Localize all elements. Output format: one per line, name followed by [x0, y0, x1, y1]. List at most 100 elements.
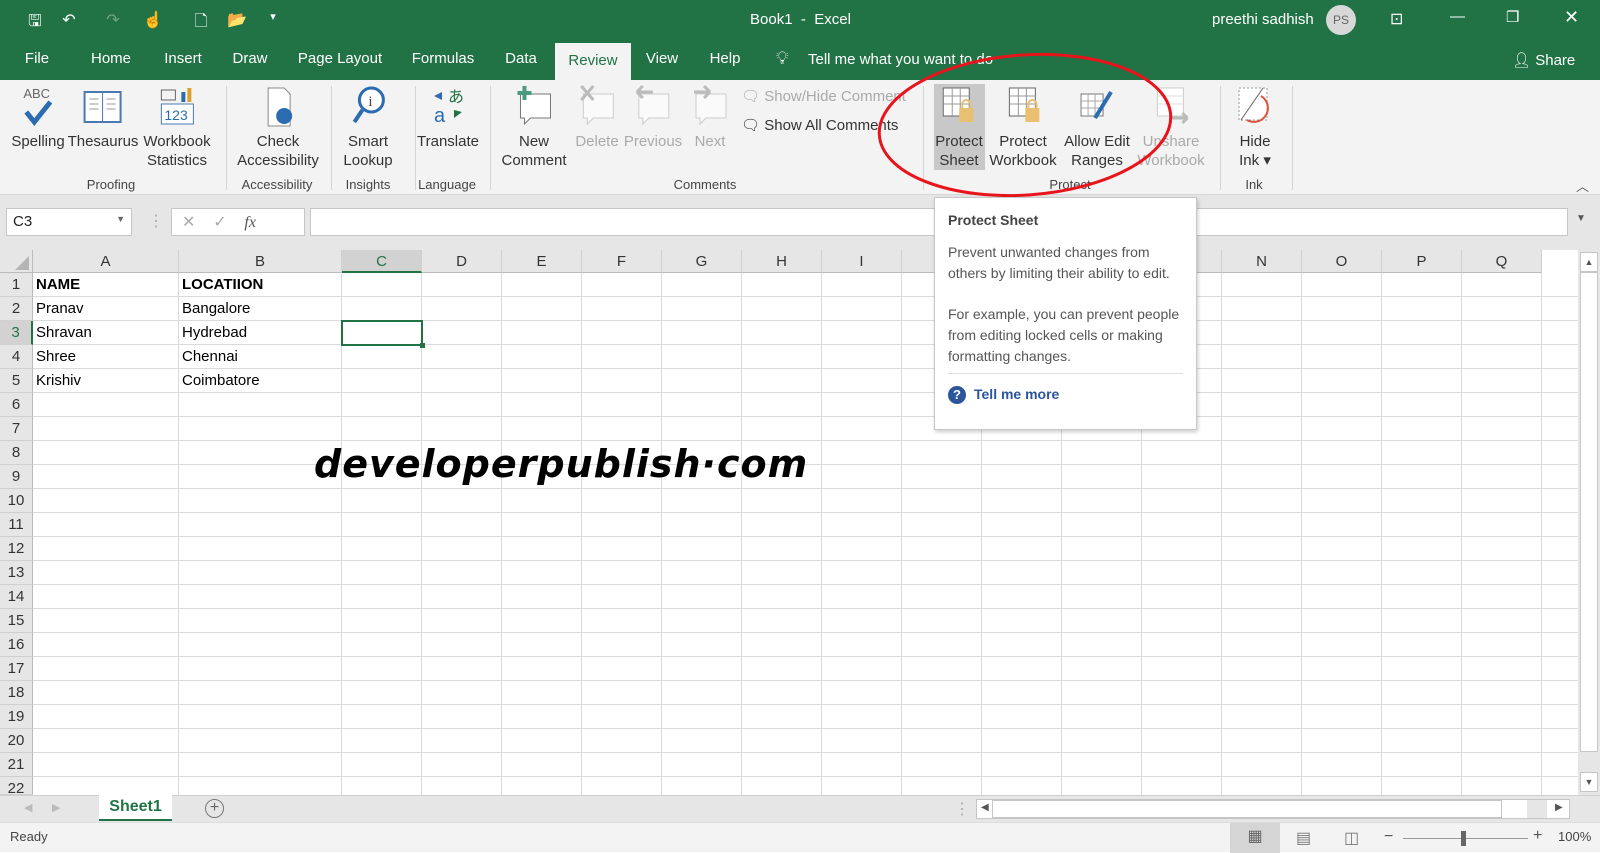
avatar[interactable]: PS: [1326, 5, 1356, 35]
tab-insert[interactable]: Insert: [164, 50, 202, 67]
row-header-10[interactable]: 10: [0, 489, 33, 513]
sheet-tab-sheet1[interactable]: Sheet1: [99, 795, 172, 821]
row-header-19[interactable]: 19: [0, 705, 33, 729]
cell-A2[interactable]: Pranav: [36, 300, 84, 317]
tab-formulas[interactable]: Formulas: [412, 50, 475, 67]
cell-A3[interactable]: Shravan: [36, 324, 92, 341]
row-header-7[interactable]: 7: [0, 417, 33, 441]
row-header-5[interactable]: 5: [0, 369, 33, 393]
select-all-button[interactable]: [0, 250, 33, 273]
zoom-level[interactable]: 100%: [1558, 829, 1591, 844]
vertical-scroll-thumb[interactable]: [1580, 272, 1598, 752]
row-header-8[interactable]: 8: [0, 441, 33, 465]
undo-icon[interactable]: ↶: [58, 10, 80, 32]
chevron-down-icon[interactable]: ▼: [116, 214, 125, 224]
touch-mode-icon[interactable]: ☝: [142, 10, 164, 32]
new-comment-button[interactable]: New Comment: [501, 84, 567, 170]
row-header-3[interactable]: 3: [0, 321, 33, 345]
column-header-F[interactable]: F: [582, 250, 662, 273]
ribbon-display-icon[interactable]: ⊡: [1390, 9, 1403, 29]
tab-split-handle[interactable]: ⋮: [954, 799, 970, 819]
minimize-icon[interactable]: —: [1450, 8, 1465, 25]
next-comment-button[interactable]: Next: [690, 84, 730, 151]
hide-ink-button[interactable]: Hide Ink ▾: [1235, 84, 1275, 170]
page-layout-view-button[interactable]: ▤: [1296, 828, 1311, 848]
spelling-button[interactable]: ABC Spelling: [11, 84, 64, 151]
cell-B3[interactable]: Hydrebad: [182, 324, 247, 341]
delete-comment-button[interactable]: Delete: [575, 84, 619, 151]
fill-handle[interactable]: [420, 343, 425, 348]
selected-cell[interactable]: [341, 320, 425, 348]
expand-formula-icon[interactable]: ▼: [1576, 213, 1586, 224]
row-header-20[interactable]: 20: [0, 729, 33, 753]
row-header-4[interactable]: 4: [0, 345, 33, 369]
new-file-icon[interactable]: 🗋: [190, 10, 212, 32]
collapse-ribbon-icon[interactable]: ︿: [1576, 176, 1589, 195]
scroll-up-icon[interactable]: ▲: [1580, 252, 1598, 272]
row-header-15[interactable]: 15: [0, 609, 33, 633]
name-box[interactable]: C3 ▼: [6, 208, 132, 236]
translate-button[interactable]: あ a Translate: [417, 84, 479, 151]
check-accessibility-button[interactable]: Check Accessibility: [237, 84, 319, 170]
column-header-E[interactable]: E: [502, 250, 582, 273]
row-header-12[interactable]: 12: [0, 537, 33, 561]
column-header-Q[interactable]: Q: [1462, 250, 1542, 273]
drag-handle-icon[interactable]: ⋮: [148, 211, 164, 231]
normal-view-button[interactable]: ▦: [1230, 823, 1280, 853]
cell-grid[interactable]: [33, 273, 1578, 795]
column-header-O[interactable]: O: [1302, 250, 1382, 273]
row-header-9[interactable]: 9: [0, 465, 33, 489]
column-header-P[interactable]: P: [1382, 250, 1462, 273]
row-header-22[interactable]: 22: [0, 777, 33, 795]
column-header-H[interactable]: H: [742, 250, 822, 273]
cell-B5[interactable]: Coimbatore: [182, 372, 260, 389]
cell-A1[interactable]: NAME: [36, 276, 80, 293]
column-header-C[interactable]: C: [342, 250, 422, 273]
open-folder-icon[interactable]: 📂: [226, 10, 248, 32]
enter-icon[interactable]: ✓: [213, 214, 226, 231]
workbook-statistics-button[interactable]: 123 Workbook Statistics: [143, 84, 211, 170]
next-sheet-icon[interactable]: ▶: [52, 801, 60, 814]
scroll-left-icon[interactable]: ◀: [981, 802, 989, 813]
cell-A5[interactable]: Krishiv: [36, 372, 81, 389]
thesaurus-button[interactable]: Thesaurus: [68, 84, 138, 151]
tab-page-layout[interactable]: Page Layout: [298, 50, 382, 67]
previous-comment-button[interactable]: Previous: [624, 84, 682, 151]
row-header-11[interactable]: 11: [0, 513, 33, 537]
horizontal-scroll-thumb[interactable]: [992, 800, 1502, 818]
tab-home[interactable]: Home: [91, 50, 131, 67]
cell-A4[interactable]: Shree: [36, 348, 76, 365]
prev-sheet-icon[interactable]: ◀: [24, 801, 32, 814]
column-header-I[interactable]: I: [822, 250, 902, 273]
cell-B2[interactable]: Bangalore: [182, 300, 250, 317]
column-header-B[interactable]: B: [179, 250, 342, 273]
zoom-out-button[interactable]: −: [1384, 828, 1393, 846]
close-icon[interactable]: ✕: [1564, 7, 1579, 28]
scroll-down-icon[interactable]: ▼: [1580, 772, 1598, 792]
cancel-icon[interactable]: ✕: [182, 214, 195, 231]
insert-function-button[interactable]: fx: [244, 214, 256, 231]
column-header-A[interactable]: A: [33, 250, 179, 273]
row-header-2[interactable]: 2: [0, 297, 33, 321]
column-header-G[interactable]: G: [662, 250, 742, 273]
row-header-13[interactable]: 13: [0, 561, 33, 585]
tab-draw[interactable]: Draw: [232, 50, 267, 67]
share-button[interactable]: 👤︎ Share: [1512, 51, 1575, 69]
row-header-1[interactable]: 1: [0, 273, 33, 297]
save-icon[interactable]: 🖫: [24, 10, 46, 32]
vertical-scrollbar[interactable]: ▲ ▼: [1578, 250, 1600, 795]
tab-data[interactable]: Data: [505, 50, 537, 67]
cell-B4[interactable]: Chennai: [182, 348, 238, 365]
tab-help[interactable]: Help: [710, 50, 741, 67]
row-header-16[interactable]: 16: [0, 633, 33, 657]
row-header-18[interactable]: 18: [0, 681, 33, 705]
horizontal-scrollbar[interactable]: ◀ ▶: [976, 799, 1570, 819]
column-header-N[interactable]: N: [1222, 250, 1302, 273]
column-header-D[interactable]: D: [422, 250, 502, 273]
restore-icon[interactable]: ❐: [1506, 8, 1519, 26]
user-name[interactable]: preethi sadhish: [1212, 11, 1314, 28]
row-header-6[interactable]: 6: [0, 393, 33, 417]
tab-file[interactable]: File: [25, 50, 49, 67]
new-sheet-button[interactable]: +: [205, 799, 224, 818]
cell-B1[interactable]: LOCATIION: [182, 276, 263, 293]
